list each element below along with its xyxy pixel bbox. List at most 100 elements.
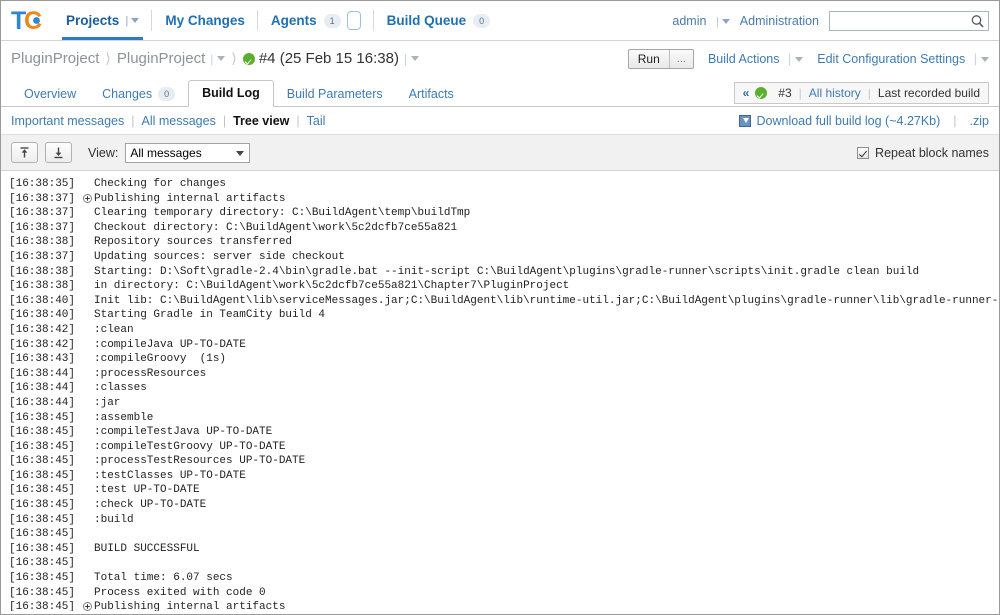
breadcrumb-project[interactable]: PluginProject xyxy=(11,50,99,67)
log-indent-spacer xyxy=(81,352,94,354)
log-timestamp: [16:38:42] xyxy=(9,323,76,336)
tab-artifacts[interactable]: Artifacts xyxy=(396,82,467,107)
log-line[interactable]: [16:38:37] Publishing internal artifacts xyxy=(9,192,999,207)
top-right-area: admin | Administration xyxy=(672,1,999,40)
log-line: [16:38:45] BUILD SUCCESSFUL xyxy=(9,542,999,557)
log-indent-spacer xyxy=(81,221,94,223)
log-message: Publishing internal artifacts xyxy=(94,192,286,205)
chevron-down-icon[interactable] xyxy=(981,56,989,62)
log-message: :compileTestJava UP-TO-DATE xyxy=(94,426,273,439)
build-log-content[interactable]: [16:38:35] Checking for changes [16:38:37]… xyxy=(1,171,999,611)
log-timestamp: [16:38:37] xyxy=(9,192,76,205)
repeat-block-names-label: Repeat block names xyxy=(875,145,989,160)
log-indent-spacer xyxy=(81,542,94,544)
run-button[interactable]: Run ... xyxy=(627,48,694,69)
administration-link[interactable]: Administration xyxy=(740,14,819,28)
scroll-to-top-button[interactable] xyxy=(11,142,38,163)
filter-all-messages[interactable]: All messages xyxy=(142,114,216,128)
log-indent-spacer xyxy=(81,411,94,413)
build-actions-label: Build Actions xyxy=(707,51,780,66)
tab-build-log[interactable]: Build Log xyxy=(188,80,274,107)
tab-changes[interactable]: Changes 0 xyxy=(89,82,188,107)
chevron-down-icon[interactable] xyxy=(131,18,140,23)
previous-build-arrows-icon[interactable]: « xyxy=(743,86,750,100)
top-navigation-bar: T C Projects | My Changes Agents 1 Build… xyxy=(1,1,999,41)
log-timestamp: [16:38:38] xyxy=(9,236,76,249)
build-actions-menu[interactable]: Build Actions | xyxy=(707,51,804,66)
filter-tree-view[interactable]: Tree view xyxy=(233,114,289,128)
nav-item-build-queue[interactable]: Build Queue 0 xyxy=(374,1,504,40)
filter-separator: | xyxy=(222,113,227,128)
log-timestamp: [16:38:37] xyxy=(9,207,76,220)
scroll-to-bottom-button[interactable] xyxy=(45,142,72,163)
filter-separator: | xyxy=(296,113,300,128)
log-timestamp: [16:38:45] xyxy=(9,542,76,555)
chevron-down-icon[interactable] xyxy=(217,56,226,61)
user-name-label: admin xyxy=(672,13,707,28)
filter-tail[interactable]: Tail xyxy=(307,114,326,128)
build-history-nav: « #3 | All history | Last recorded build xyxy=(733,82,989,104)
chevron-down-icon[interactable] xyxy=(411,56,420,61)
log-line: [16:38:45] Total time: 6.07 secs xyxy=(9,571,999,586)
nav-item-my-changes[interactable]: My Changes xyxy=(152,1,258,40)
nav-projects-divider: | xyxy=(125,14,129,27)
breadcrumb-separator-icon: ⟩ xyxy=(105,50,111,66)
chevron-down-icon xyxy=(236,150,245,156)
view-select[interactable]: All messages xyxy=(125,142,251,163)
log-indent-spacer xyxy=(81,235,94,237)
repeat-block-names-control[interactable]: Repeat block names xyxy=(857,146,989,160)
expand-block-icon[interactable] xyxy=(81,600,94,611)
download-zip-link[interactable]: .zip xyxy=(970,114,989,128)
search-input[interactable] xyxy=(829,10,989,32)
download-full-build-log-link[interactable]: Download full build log (~4.27Kb) xyxy=(757,114,941,128)
view-label: View: xyxy=(88,145,119,160)
nav-label-projects: Projects xyxy=(66,13,120,28)
log-timestamp: [16:38:45] xyxy=(9,469,76,482)
log-indent-spacer xyxy=(81,338,94,340)
all-history-link[interactable]: All history xyxy=(809,86,861,100)
log-line: [16:38:45] xyxy=(9,556,999,571)
download-log-area: Download full build log (~4.27Kb) | .zip xyxy=(738,114,989,128)
log-line: [16:38:38] Repository sources transferred xyxy=(9,235,999,250)
repeat-block-names-checkbox[interactable] xyxy=(857,146,870,159)
log-line: [16:38:38] Starting: D:\Soft\gradle-2.4\b… xyxy=(9,265,999,280)
log-line[interactable]: [16:38:45] Publishing internal artifacts xyxy=(9,600,999,611)
edit-configuration-settings-menu[interactable]: Edit Configuration Settings | xyxy=(817,52,989,66)
chevron-down-icon[interactable] xyxy=(795,56,804,62)
log-message: Clearing temporary directory: C:\BuildAg… xyxy=(94,207,471,220)
search-icon[interactable] xyxy=(970,14,985,32)
nav-item-projects[interactable]: Projects | xyxy=(53,1,153,40)
active-nav-underline xyxy=(62,37,144,40)
log-indent-spacer xyxy=(81,556,94,558)
breadcrumb-configuration[interactable]: PluginProject xyxy=(117,50,205,67)
filter-important-messages[interactable]: Important messages xyxy=(11,114,124,128)
log-line: [16:38:43]:compileGroovy (1s) xyxy=(9,352,999,367)
log-indent-spacer xyxy=(81,323,94,325)
log-line: [16:38:42] :compileJava UP-TO-DATE xyxy=(9,338,999,353)
log-timestamp: [16:38:44] xyxy=(9,382,76,395)
log-line: [16:38:38] in directory: C:\BuildAgent\wo… xyxy=(9,279,999,294)
tab-overview[interactable]: Overview xyxy=(11,82,89,107)
previous-build-number[interactable]: #3 xyxy=(778,86,791,100)
log-timestamp: [16:38:45] xyxy=(9,455,76,468)
log-message: Checkout directory: C:\BuildAgent\work\5… xyxy=(94,221,458,234)
log-message: :compileGroovy (1s) xyxy=(94,353,227,366)
log-line: [16:38:44]:jar xyxy=(9,396,999,411)
log-message: :compileTestGroovy UP-TO-DATE xyxy=(94,440,286,453)
log-line: [16:38:45]:check UP-TO-DATE xyxy=(9,498,999,513)
nav-item-agents[interactable]: Agents 1 xyxy=(258,1,374,40)
chevron-down-icon[interactable] xyxy=(721,18,730,24)
run-options-button[interactable]: ... xyxy=(668,49,693,68)
log-timestamp: [16:38:45] xyxy=(9,426,76,439)
log-timestamp: [16:38:42] xyxy=(9,338,76,351)
log-message: :compileJava UP-TO-DATE xyxy=(94,338,246,351)
teamcity-logo-icon[interactable]: T C xyxy=(1,1,53,40)
log-timestamp: [16:38:37] xyxy=(9,250,76,263)
user-menu-admin[interactable]: admin | xyxy=(672,13,730,28)
log-indent-spacer xyxy=(81,177,94,179)
tab-build-parameters[interactable]: Build Parameters xyxy=(274,82,396,107)
history-nav-separator: | xyxy=(798,86,802,100)
log-message: Init lib: C:\BuildAgent\lib\serviceMessa… xyxy=(94,294,999,307)
breadcrumb-build-number[interactable]: #4 (25 Feb 15 16:38) xyxy=(259,50,399,67)
expand-block-icon[interactable] xyxy=(81,192,94,203)
